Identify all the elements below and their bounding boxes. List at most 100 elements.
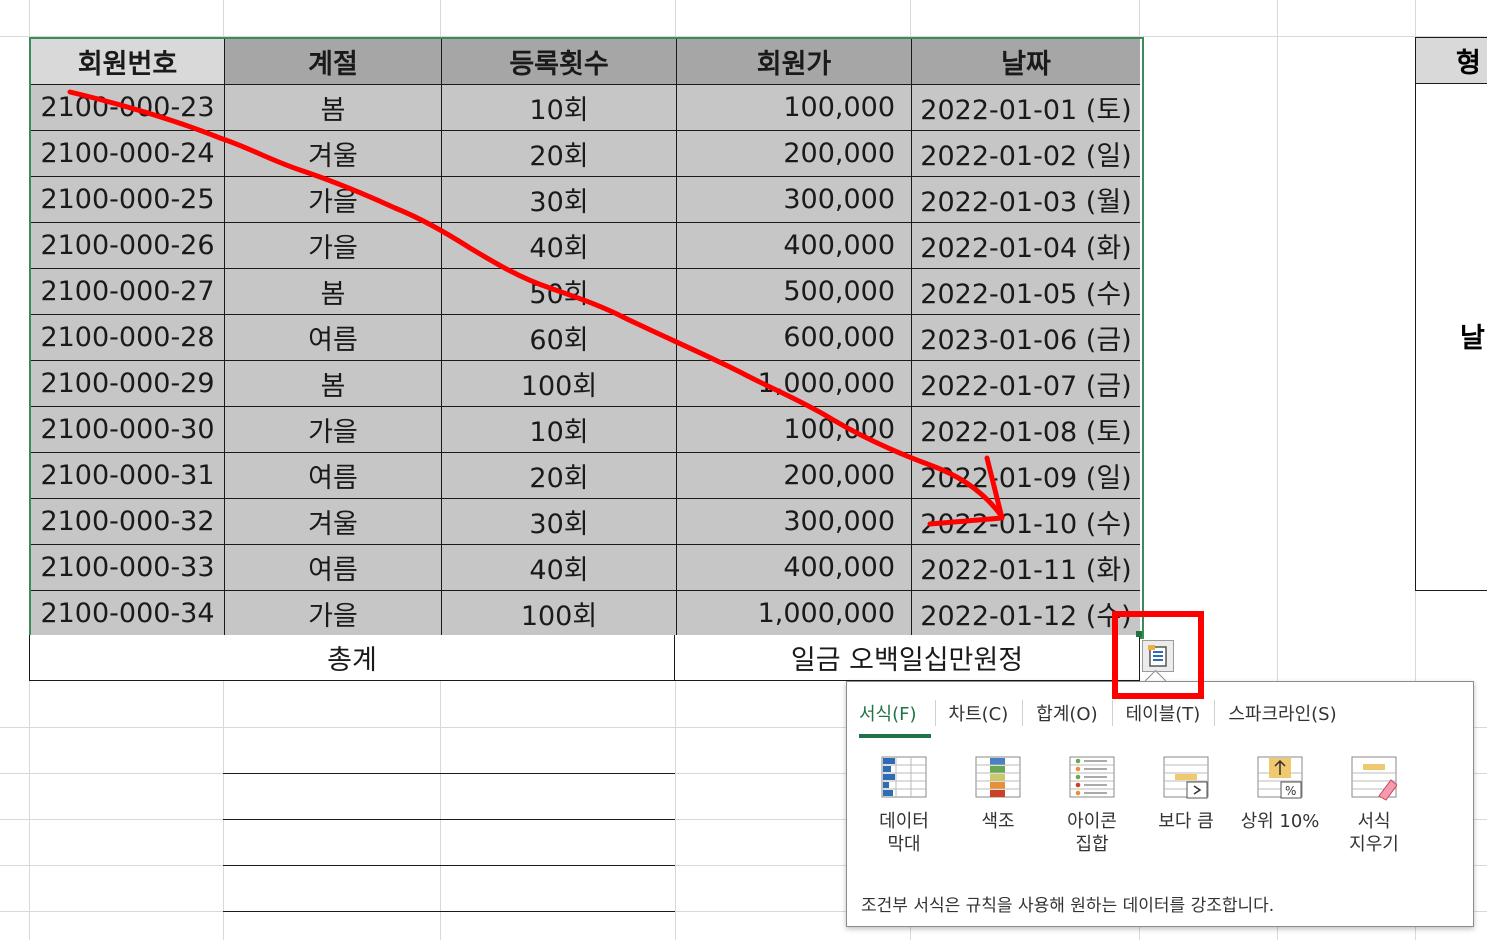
table-row: 2100-000-24 겨울 20회 200,000 2022-01-02 (일) (31, 131, 1142, 177)
cell-count[interactable]: 60회 (442, 315, 677, 361)
tab-formatting[interactable]: 서식(F) (859, 696, 931, 738)
header-count[interactable]: 등록횟수 (442, 39, 677, 85)
cell-member-id[interactable]: 2100-000-29 (31, 361, 225, 407)
cell-count[interactable]: 100회 (442, 591, 677, 637)
option-icon-set[interactable]: 아이콘 집합 (1045, 756, 1139, 856)
cell-date[interactable]: 2022-01-11 (화) (912, 545, 1140, 591)
cell-member-id[interactable]: 2100-000-26 (31, 223, 225, 269)
cell-season[interactable]: 봄 (225, 269, 442, 315)
cell-season[interactable]: 봄 (225, 85, 442, 131)
highlight-box (1112, 611, 1204, 699)
option-data-bars[interactable]: 데이터 막대 (857, 756, 951, 856)
table-row: 2100-000-29 봄 100회 1,000,000 2022-01-07 (금) (31, 361, 1142, 407)
cell-season[interactable]: 가을 (225, 177, 442, 223)
option-label: 서식 지우기 (1349, 811, 1399, 855)
border-line (223, 773, 675, 774)
header-member-id[interactable]: 회원번호 (31, 39, 225, 85)
cell-count[interactable]: 40회 (442, 223, 677, 269)
cell-price[interactable]: 300,000 (677, 177, 912, 223)
table-row: 2100-000-32 겨울 30회 300,000 2022-01-10 (수) (31, 499, 1142, 545)
tab-sparklines[interactable]: 스파크라인(S) (1214, 696, 1350, 730)
cell-season[interactable]: 겨울 (225, 131, 442, 177)
cell-member-id[interactable]: 2100-000-27 (31, 269, 225, 315)
cell-member-id[interactable]: 2100-000-24 (31, 131, 225, 177)
border-line (223, 819, 675, 820)
option-greater-than[interactable]: 보다 큼 (1139, 756, 1233, 856)
cell-price[interactable]: 200,000 (677, 131, 912, 177)
cell-season[interactable]: 겨울 (225, 499, 442, 545)
table-row: 2100-000-25 가을 30회 300,000 2022-01-03 (월) (31, 177, 1142, 223)
data-bars-icon (881, 756, 927, 798)
cell-member-id[interactable]: 2100-000-33 (31, 545, 225, 591)
total-value-cell[interactable]: 일금 오백일십만원정 (675, 635, 1140, 681)
cell-price[interactable]: 500,000 (677, 269, 912, 315)
quick-analysis-panel: 서식(F) 차트(C) 합계(O) 테이블(T) 스파크라인(S) 데이터 막대 (846, 681, 1474, 927)
cell-member-id[interactable]: 2100-000-34 (31, 591, 225, 637)
cell-date[interactable]: 2022-01-05 (수) (912, 269, 1140, 315)
cell-date[interactable]: 2022-01-09 (일) (912, 453, 1140, 499)
cell-member-id[interactable]: 2100-000-23 (31, 85, 225, 131)
cell-season[interactable]: 여름 (225, 453, 442, 499)
cell-count[interactable]: 10회 (442, 85, 677, 131)
cell-member-id[interactable]: 2100-000-30 (31, 407, 225, 453)
header-season[interactable]: 계절 (225, 39, 442, 85)
table-row: 2100-000-26 가을 40회 400,000 2022-01-04 (화) (31, 223, 1142, 269)
cell-count[interactable]: 30회 (442, 499, 677, 545)
cell-price[interactable]: 400,000 (677, 545, 912, 591)
cell-date[interactable]: 2022-01-12 (수) (912, 591, 1140, 637)
cell-count[interactable]: 40회 (442, 545, 677, 591)
cell-date[interactable]: 2022-01-01 (토) (912, 85, 1140, 131)
cell-count[interactable]: 50회 (442, 269, 677, 315)
cell-price[interactable]: 1,000,000 (677, 591, 912, 637)
side-table: 형 날 (1415, 37, 1487, 591)
cell-season[interactable]: 가을 (225, 407, 442, 453)
cell-count[interactable]: 10회 (442, 407, 677, 453)
cell-date[interactable]: 2023-01-06 (금) (912, 315, 1140, 361)
tab-totals[interactable]: 합계(O) (1022, 696, 1111, 730)
member-table: 회원번호 계절 등록횟수 회원가 날짜 2100-000-23 봄 10회 100,0… (29, 37, 1144, 639)
cell-season[interactable]: 봄 (225, 361, 442, 407)
cell-count[interactable]: 20회 (442, 131, 677, 177)
quick-analysis-tabs: 서식(F) 차트(C) 합계(O) 테이블(T) 스파크라인(S) (859, 696, 1351, 738)
cell-price[interactable]: 300,000 (677, 499, 912, 545)
cell-count[interactable]: 30회 (442, 177, 677, 223)
header-date[interactable]: 날짜 (912, 39, 1140, 85)
cell-price[interactable]: 100,000 (677, 407, 912, 453)
cell-member-id[interactable]: 2100-000-31 (31, 453, 225, 499)
cell-price[interactable]: 600,000 (677, 315, 912, 361)
side-table-header[interactable]: 형 (1416, 38, 1487, 84)
cell-date[interactable]: 2022-01-08 (토) (912, 407, 1140, 453)
cell-season[interactable]: 가을 (225, 591, 442, 637)
cell-date[interactable]: 2022-01-10 (수) (912, 499, 1140, 545)
cell-member-id[interactable]: 2100-000-32 (31, 499, 225, 545)
cell-date[interactable]: 2022-01-07 (금) (912, 361, 1140, 407)
cell-price[interactable]: 400,000 (677, 223, 912, 269)
cell-date[interactable]: 2022-01-02 (일) (912, 131, 1140, 177)
table-row: 2100-000-34 가을 100회 1,000,000 2022-01-12 (수) (31, 591, 1142, 637)
cell-price[interactable]: 100,000 (677, 85, 912, 131)
table-row: 2100-000-31 여름 20회 200,000 2022-01-09 (일) (31, 453, 1142, 499)
cell-date[interactable]: 2022-01-03 (월) (912, 177, 1140, 223)
cell-count[interactable]: 20회 (442, 453, 677, 499)
cell-member-id[interactable]: 2100-000-28 (31, 315, 225, 361)
cell-price[interactable]: 1,000,000 (677, 361, 912, 407)
total-label-cell[interactable]: 총계 (29, 635, 675, 681)
greater-than-icon (1163, 756, 1209, 799)
option-top-10-percent[interactable]: % 상위 10% (1233, 756, 1327, 856)
cell-season[interactable]: 가을 (225, 223, 442, 269)
side-table-label[interactable]: 날 (1460, 316, 1485, 355)
table-row: 2100-000-27 봄 50회 500,000 2022-01-05 (수) (31, 269, 1142, 315)
cell-date[interactable]: 2022-01-04 (화) (912, 223, 1140, 269)
option-color-scale[interactable]: 색조 (951, 756, 1045, 856)
cell-season[interactable]: 여름 (225, 545, 442, 591)
table-row: 2100-000-30 가을 10회 100,000 2022-01-08 (토) (31, 407, 1142, 453)
cell-price[interactable]: 200,000 (677, 453, 912, 499)
cell-season[interactable]: 여름 (225, 315, 442, 361)
option-label: 색조 (981, 811, 1015, 832)
cell-count[interactable]: 100회 (442, 361, 677, 407)
header-price[interactable]: 회원가 (677, 39, 912, 85)
option-clear-format[interactable]: 서식 지우기 (1327, 756, 1421, 856)
cell-member-id[interactable]: 2100-000-25 (31, 177, 225, 223)
tab-charts[interactable]: 차트(C) (934, 696, 1023, 730)
tab-tables[interactable]: 테이블(T) (1111, 696, 1215, 730)
